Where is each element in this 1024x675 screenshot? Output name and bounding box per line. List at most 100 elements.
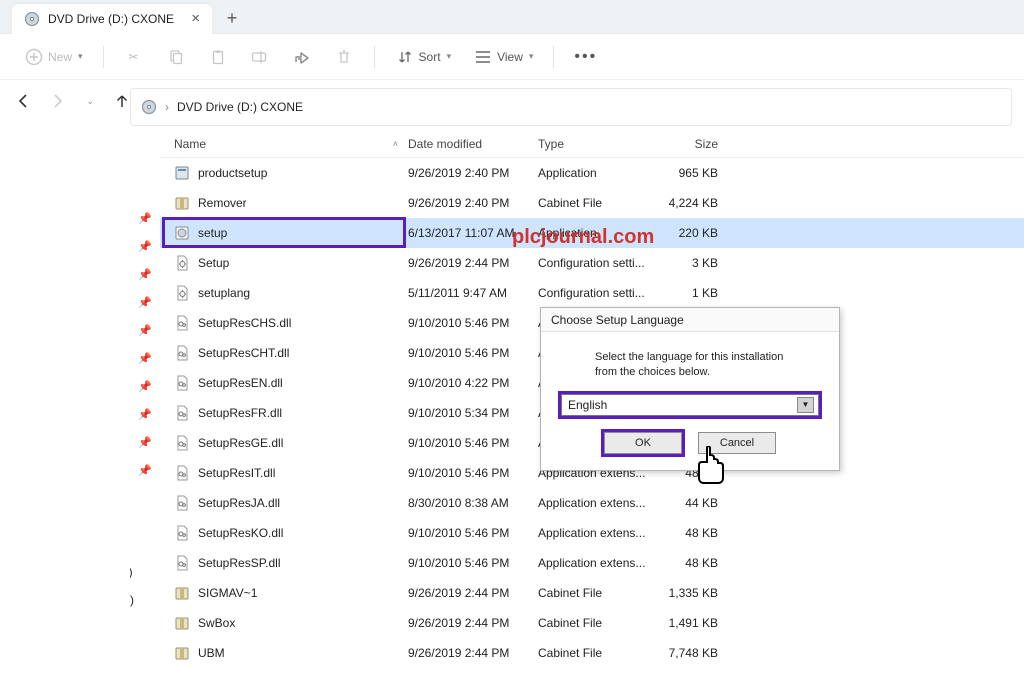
- file-name: SetupResCHS.dll: [198, 316, 291, 330]
- rename-button[interactable]: [244, 42, 276, 72]
- file-name: SetupResSP.dll: [198, 556, 281, 570]
- language-select[interactable]: English ▼: [561, 394, 819, 416]
- sidebar-quick-screenshots[interactable]: Screenshots📌: [130, 400, 160, 428]
- file-icon: [174, 375, 190, 391]
- column-name[interactable]: Name˄: [160, 137, 408, 151]
- sidebar-quick-videos[interactable]: Videos📌: [130, 344, 160, 372]
- cut-button[interactable]: ✂: [118, 42, 150, 72]
- chevron-down-icon: ▾: [529, 51, 534, 62]
- trash-icon: [334, 47, 354, 67]
- file-type: Application extens...: [538, 496, 658, 510]
- file-row[interactable]: SIGMAV~19/26/2019 2:44 PMCabinet File1,3…: [160, 578, 1024, 608]
- address-bar[interactable]: › DVD Drive (D:) CXONE: [130, 88, 1012, 126]
- sidebar-quick-downloads[interactable]: Downloads📌: [130, 232, 160, 260]
- sidebar-quick-desktop[interactable]: Desktop📌: [130, 204, 160, 232]
- breadcrumb-current[interactable]: DVD Drive (D:) CXONE: [177, 100, 303, 114]
- breadcrumb-separator-icon: ›: [165, 100, 169, 114]
- close-tab-icon[interactable]: ×: [191, 10, 200, 27]
- file-type: Cabinet File: [538, 586, 658, 600]
- share-button[interactable]: [286, 42, 318, 72]
- dropdown-arrow-icon[interactable]: ▼: [797, 397, 814, 413]
- paste-button[interactable]: [202, 42, 234, 72]
- file-icon: [174, 615, 190, 631]
- sidebar-localc[interactable]: › Local Disk (C:): [130, 558, 160, 586]
- view-icon: [473, 47, 493, 67]
- sidebar-home[interactable]: 🏠 Home: [130, 136, 160, 164]
- file-row[interactable]: SetupResJA.dll8/30/2010 8:38 AMApplicati…: [160, 488, 1024, 518]
- sidebar-onedrive[interactable]: › OneDrive - Pers: [130, 164, 160, 192]
- file-name: SetupResKO.dll: [198, 526, 283, 540]
- sidebar-quick-documents[interactable]: Documents📌: [130, 260, 160, 288]
- sidebar-quick-omron-001[interactable]: Omron 001📌: [130, 456, 160, 484]
- file-row[interactable]: UBM9/26/2019 2:44 PMCabinet File7,748 KB: [160, 638, 1024, 668]
- sidebar-localg[interactable]: Local Disk (G:): [130, 490, 160, 518]
- toolbar: New ▾ ✂ Sort ▾ View ▾ •••: [0, 34, 1024, 80]
- new-label: New: [48, 50, 72, 64]
- sidebar-dvd[interactable]: › DVD Drive (D:): [130, 586, 160, 614]
- window-tab[interactable]: DVD Drive (D:) CXONE ×: [12, 4, 212, 34]
- sidebar-quick-pictures[interactable]: Pictures📌: [130, 288, 160, 316]
- file-date: 9/26/2019 2:44 PM: [408, 616, 538, 630]
- tab-bar: DVD Drive (D:) CXONE × +: [0, 0, 1024, 34]
- file-name: Remover: [198, 196, 247, 210]
- separator: [553, 46, 554, 68]
- file-row[interactable]: Setup9/26/2019 2:44 PMConfiguration sett…: [160, 248, 1024, 278]
- pin-icon: 📌: [138, 436, 152, 449]
- file-icon: [174, 165, 190, 181]
- ellipsis-icon: •••: [574, 48, 597, 66]
- language-dialog: Choose Setup Language Select the languag…: [540, 307, 840, 471]
- file-icon: [174, 285, 190, 301]
- pin-icon: 📌: [138, 268, 152, 281]
- file-date: 9/10/2010 5:46 PM: [408, 556, 538, 570]
- file-icon: [174, 525, 190, 541]
- column-type[interactable]: Type: [538, 137, 658, 151]
- sidebar-quick-001[interactable]: 001📌: [130, 428, 160, 456]
- file-size: 48 KB: [658, 556, 728, 570]
- new-tab-button[interactable]: +: [218, 4, 246, 32]
- sidebar-quick-sazzad-work[interactable]: Sazzad Work📌: [130, 372, 160, 400]
- sidebar-thispc[interactable]: ⌄ This PC: [130, 530, 160, 558]
- file-type: Cabinet File: [538, 616, 658, 630]
- file-size: 7,748 KB: [658, 646, 728, 660]
- file-icon: [174, 585, 190, 601]
- file-date: 9/10/2010 5:46 PM: [408, 316, 538, 330]
- column-date[interactable]: Date modified: [408, 137, 538, 151]
- ok-button[interactable]: OK: [604, 432, 682, 454]
- view-label: View: [497, 50, 523, 64]
- delete-button[interactable]: [328, 42, 360, 72]
- file-row[interactable]: Remover9/26/2019 2:40 PMCabinet File4,22…: [160, 188, 1024, 218]
- file-type: Application: [538, 166, 658, 180]
- navigation-pane: 🏠 Home › OneDrive - Pers Desktop📌Downloa…: [130, 130, 160, 675]
- file-date: 9/10/2010 5:46 PM: [408, 436, 538, 450]
- file-row[interactable]: productsetup9/26/2019 2:40 PMApplication…: [160, 158, 1024, 188]
- file-date: 9/10/2010 5:46 PM: [408, 466, 538, 480]
- dialog-message: Select the language for this installatio…: [595, 350, 785, 380]
- back-button[interactable]: [16, 90, 33, 112]
- new-button[interactable]: New ▾: [18, 42, 89, 72]
- file-type: Cabinet File: [538, 196, 658, 210]
- copy-button[interactable]: [160, 42, 192, 72]
- file-name: SetupResJA.dll: [198, 496, 280, 510]
- up-button[interactable]: [114, 90, 131, 112]
- file-type: Application extens...: [538, 556, 658, 570]
- column-size[interactable]: Size: [658, 137, 728, 151]
- forward-button[interactable]: [49, 90, 66, 112]
- sort-button[interactable]: Sort ▾: [389, 42, 458, 72]
- view-button[interactable]: View ▾: [467, 42, 539, 72]
- file-name: UBM: [198, 646, 225, 660]
- file-row[interactable]: SetupResKO.dll9/10/2010 5:46 PMApplicati…: [160, 518, 1024, 548]
- file-name: SetupResCHT.dll: [198, 346, 289, 360]
- column-headers: Name˄ Date modified Type Size: [160, 130, 1024, 158]
- more-button[interactable]: •••: [568, 42, 603, 72]
- cancel-button[interactable]: Cancel: [698, 432, 776, 454]
- file-icon: [174, 345, 190, 361]
- sidebar-quick-music[interactable]: Music📌: [130, 316, 160, 344]
- file-row[interactable]: SwBox9/26/2019 2:44 PMCabinet File1,491 …: [160, 608, 1024, 638]
- file-icon: [174, 405, 190, 421]
- chevron-down-icon: ⌄: [86, 96, 94, 107]
- file-row[interactable]: setuplang5/11/2011 9:47 AMConfiguration …: [160, 278, 1024, 308]
- pin-icon: 📌: [138, 380, 152, 393]
- pin-icon: 📌: [138, 212, 152, 225]
- recent-button[interactable]: ⌄: [81, 90, 98, 112]
- file-row[interactable]: SetupResSP.dll 9/10/2010 5:46 PMApplicati…: [160, 548, 1024, 578]
